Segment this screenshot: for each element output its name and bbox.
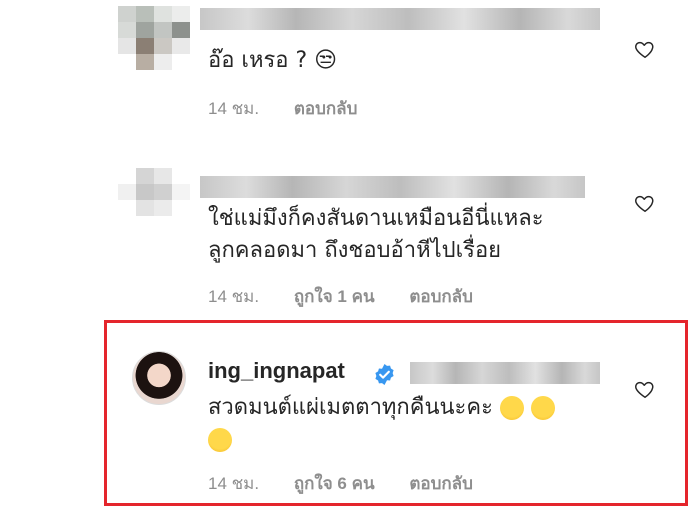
comment-time: 14 ชม. [208,287,260,306]
comment-meta: 14 ชม. ถูกใจ 6 คน ตอบกลับ [208,470,503,497]
comment-text: ใช่แม่มึงก็คงสันดานเหมือนอีนี่แหละ ลูกคล… [208,206,544,263]
reply-button[interactable]: ตอบกลับ [409,287,473,306]
avatar[interactable] [132,351,186,405]
username-blurred[interactable] [200,176,585,198]
verified-badge-icon [375,363,394,386]
heart-icon[interactable] [634,192,656,214]
heart-icon[interactable] [634,378,656,400]
avatar-blurred[interactable] [118,6,190,70]
comment-username[interactable]: ing_ingnapat [208,358,345,384]
comment-text: สวดมนต์แผ่เมตตาทุกคืนนะคะ [208,392,555,456]
comment-text: อ๊อ เหรอ ? 😒 [208,48,338,73]
comment-meta: 14 ชม. ตอบกลับ [208,95,387,122]
reply-button[interactable]: ตอบกลับ [294,99,358,118]
comment-time: 14 ชม. [208,474,260,493]
comment-time: 14 ชม. [208,99,260,118]
likes-count[interactable]: ถูกใจ 6 คน [294,474,375,493]
laughing-emoji-icon [208,428,232,452]
avatar-blurred[interactable] [118,168,190,232]
laughing-emoji-icon [499,396,524,420]
heart-icon[interactable] [634,38,656,60]
comment-meta: 14 ชม. ถูกใจ 1 คน ตอบกลับ [208,283,503,310]
laughing-emoji-icon [530,396,555,420]
username-blurred[interactable] [200,8,600,30]
reply-button[interactable]: ตอบกลับ [409,474,473,493]
likes-count[interactable]: ถูกใจ 1 คน [294,287,375,306]
reply-mention-blurred[interactable] [410,362,600,384]
